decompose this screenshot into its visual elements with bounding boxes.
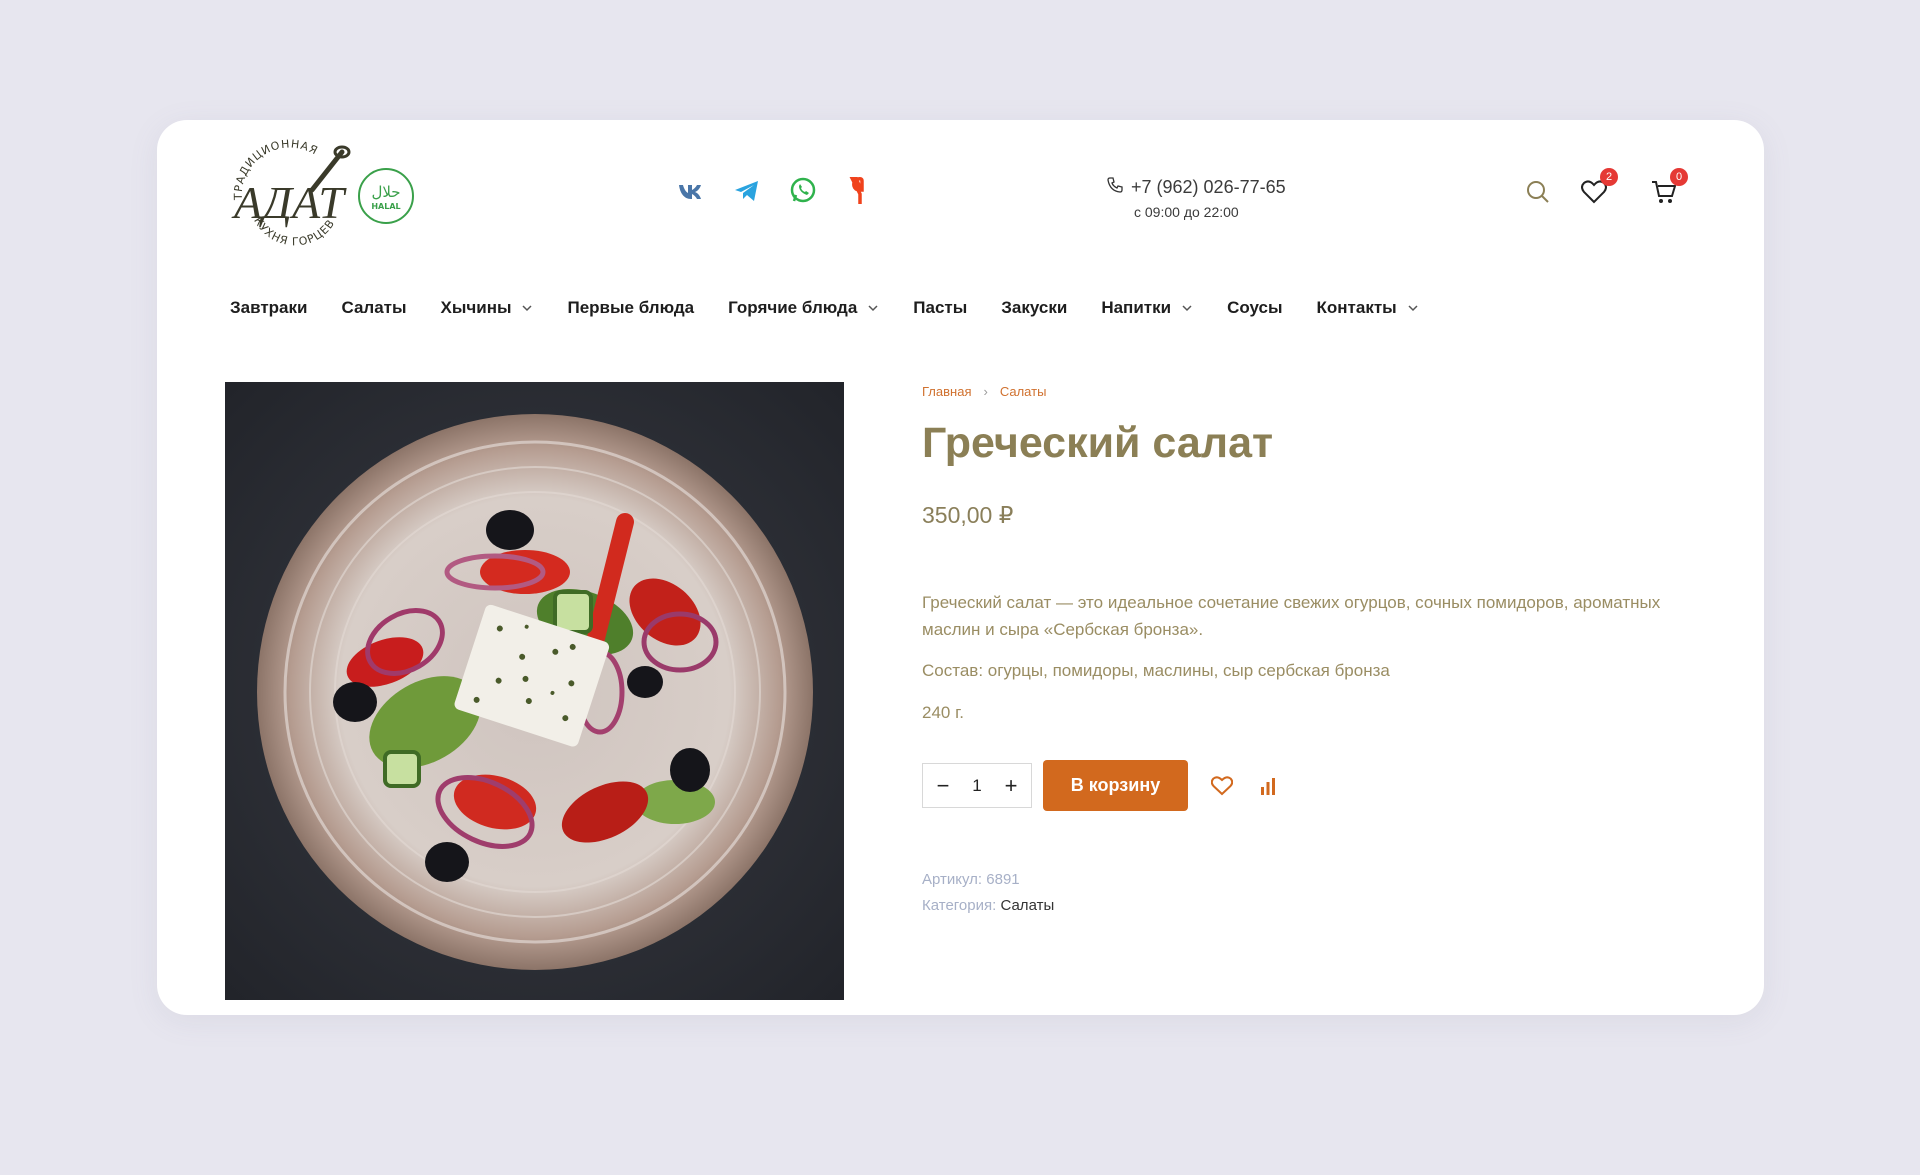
chevron-down-icon [1407, 302, 1419, 314]
product-info: Главная › Салаты Греческий салат 350,00 … [922, 384, 1682, 919]
product-image[interactable] [225, 382, 844, 1000]
product-weight: 240 г. [922, 703, 964, 722]
sku-line: Артикул: 6891 [922, 867, 1682, 893]
menu-item-sauces[interactable]: Соусы [1227, 298, 1282, 318]
working-hours: с 09:00 до 22:00 [1134, 204, 1239, 220]
chevron-right-icon: › [983, 384, 988, 399]
sku-value: 6891 [986, 871, 1020, 888]
chevron-down-icon [1181, 302, 1193, 314]
menu-item-drinks[interactable]: Напитки [1101, 298, 1193, 318]
breadcrumb-home[interactable]: Главная [922, 384, 971, 399]
category-line: Категория: Салаты [922, 893, 1682, 919]
wishlist-icon[interactable]: 2 [1579, 168, 1618, 207]
halal-badge: حلال HALAL [357, 167, 415, 225]
sku-label: Артикул: [922, 871, 983, 888]
breadcrumb-category[interactable]: Салаты [1000, 384, 1047, 399]
menu-item-first-courses[interactable]: Первые блюда [567, 298, 694, 318]
whatsapp-icon[interactable] [787, 175, 819, 207]
social-links [675, 175, 875, 207]
product-description: Греческий салат — это идеальное сочетани… [922, 593, 1661, 639]
main-menu: Завтраки Салаты Хычины Первые блюда Горя… [230, 298, 1453, 318]
chevron-down-icon [867, 302, 879, 314]
vk-icon[interactable] [675, 175, 707, 207]
chevron-down-icon [521, 302, 533, 314]
halal-latin: HALAL [371, 202, 400, 211]
phone-number[interactable]: +7 (962) 026-77-65 [1131, 177, 1286, 198]
menu-item-snacks[interactable]: Закуски [1001, 298, 1067, 318]
product-meta: Артикул: 6891 Категория: Салаты [922, 867, 1682, 919]
quantity-input[interactable] [962, 775, 992, 796]
quantity-increase-button[interactable]: + [1001, 773, 1021, 799]
buy-row: − + В корзину [922, 760, 1682, 811]
compare-icon[interactable] [1258, 776, 1278, 796]
menu-item-hot-dishes[interactable]: Горячие блюда [728, 298, 879, 318]
add-to-wishlist-icon[interactable] [1210, 774, 1234, 798]
telegram-icon[interactable] [731, 175, 763, 207]
category-link[interactable]: Салаты [1000, 897, 1054, 914]
phone-icon [1107, 177, 1123, 198]
menu-item-contacts[interactable]: Контакты [1317, 298, 1419, 318]
menu-item-breakfasts[interactable]: Завтраки [230, 298, 307, 318]
header-actions: 2 0 [1523, 168, 1688, 207]
menu-item-pastas[interactable]: Пасты [913, 298, 967, 318]
product-title: Греческий салат [922, 419, 1274, 467]
quantity-decrease-button[interactable]: − [933, 773, 953, 799]
wishlist-count-badge: 2 [1600, 168, 1618, 186]
page-card: ТРАДИЦИОННАЯ АДАТ КУХНЯ ГОРЦЕВ حلال HALA… [157, 120, 1764, 1015]
product-composition: Состав: огурцы, помидоры, маслины, сыр с… [922, 661, 1390, 680]
add-to-cart-button[interactable]: В корзину [1043, 760, 1188, 811]
yandex-icon[interactable] [843, 175, 875, 207]
breadcrumb: Главная › Салаты [922, 384, 1682, 399]
search-icon[interactable] [1523, 177, 1553, 207]
menu-item-salads[interactable]: Салаты [341, 298, 406, 318]
category-label: Категория: [922, 897, 997, 914]
halal-arabic: حلال [371, 183, 400, 201]
logo[interactable]: ТРАДИЦИОННАЯ АДАТ КУХНЯ ГОРЦЕВ [224, 137, 360, 258]
cart-icon[interactable]: 0 [1649, 168, 1688, 207]
menu-item-khychiny[interactable]: Хычины [441, 298, 534, 318]
contact-block: +7 (962) 026-77-65 с 09:00 до 22:00 [1107, 177, 1286, 220]
quantity-stepper: − + [922, 763, 1032, 808]
product-price: 350,00 ₽ [922, 502, 1014, 528]
cart-count-badge: 0 [1670, 168, 1688, 186]
